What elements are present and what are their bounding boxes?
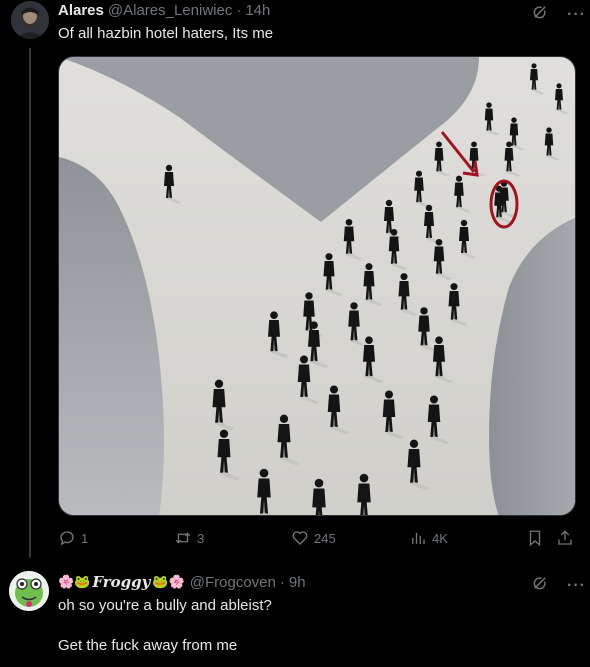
reply-button[interactable]: 1 xyxy=(58,529,88,547)
tweet-image[interactable] xyxy=(58,56,576,516)
like-count: 245 xyxy=(314,530,336,546)
tweet-actions: 1 3 245 4K xyxy=(58,529,578,549)
reply-icon xyxy=(60,531,74,546)
views-icon xyxy=(412,532,425,544)
handle[interactable]: @Frogcoven xyxy=(190,574,276,591)
avatar[interactable] xyxy=(9,571,49,611)
bookmark-button[interactable] xyxy=(526,529,544,547)
reply-text-line1: oh so you're a bully and ableist? xyxy=(58,597,272,614)
handle[interactable]: @Alares_Leniwiec xyxy=(108,2,232,19)
display-name[interactable]: Froggy xyxy=(92,573,150,591)
reply-text-line2: Get the fuck away from me xyxy=(58,637,238,654)
reply-header: 🌸🐸 Froggy 🐸🌸 @Frogcoven · 9h xyxy=(58,573,306,591)
grok-icon[interactable] xyxy=(531,3,549,26)
view-count: 4K xyxy=(432,530,448,546)
share-button[interactable] xyxy=(556,529,574,547)
reply-top-actions: ··· xyxy=(531,574,586,597)
more-icon[interactable]: ··· xyxy=(567,577,586,595)
name-emoji-prefix: 🌸🐸 xyxy=(58,574,91,589)
repost-icon xyxy=(175,532,191,544)
like-button[interactable]: 245 xyxy=(291,529,336,547)
repost-count: 3 xyxy=(197,530,205,546)
share-icon xyxy=(558,530,572,545)
heart-icon xyxy=(292,531,308,545)
thread-line xyxy=(29,48,31,558)
display-name[interactable]: Alares xyxy=(58,2,104,19)
bookmark-icon xyxy=(529,530,541,547)
reply-count: 1 xyxy=(81,530,89,546)
separator: · xyxy=(279,573,285,591)
views-button[interactable]: 4K xyxy=(409,529,448,547)
tweet-top-actions: ··· xyxy=(531,3,586,26)
tweet-text: Of all hazbin hotel haters, Its me xyxy=(58,25,274,42)
repost-button[interactable]: 3 xyxy=(174,529,204,547)
more-icon[interactable]: ··· xyxy=(567,6,586,24)
tweet-header: Alares @Alares_Leniwiec · 14h xyxy=(58,2,270,19)
timestamp[interactable]: 14h xyxy=(245,2,270,19)
separator: · xyxy=(236,2,242,19)
timestamp[interactable]: 9h xyxy=(289,574,306,591)
name-emoji-suffix: 🐸🌸 xyxy=(152,574,185,589)
grok-icon[interactable] xyxy=(531,574,549,597)
avatar[interactable] xyxy=(11,1,49,39)
